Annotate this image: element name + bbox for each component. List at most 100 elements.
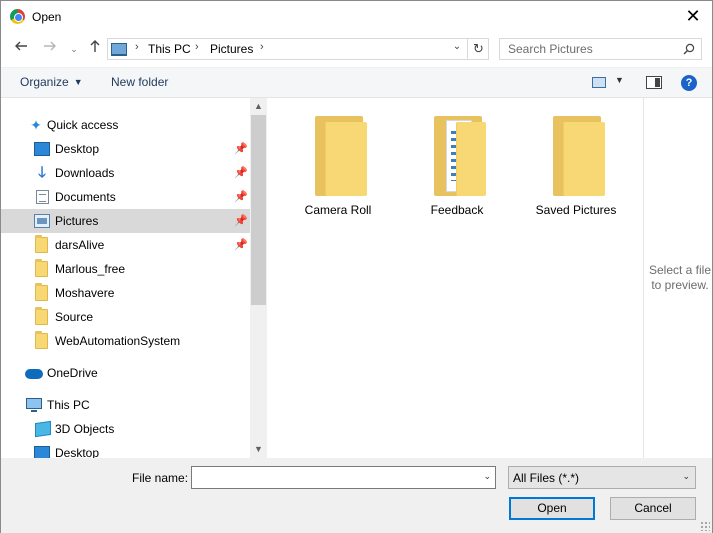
- folder-icon: [35, 259, 48, 277]
- folder-icon: [35, 235, 48, 253]
- nav-item-label: Documents: [55, 190, 116, 204]
- file-name-history-dropdown-icon[interactable]: ⌄: [483, 471, 491, 482]
- scroll-thumb[interactable]: [251, 115, 266, 305]
- folder-icon: [35, 331, 48, 349]
- address-history-dropdown[interactable]: ⌄: [449, 41, 465, 52]
- nav-item-label: WebAutomationSystem: [55, 334, 181, 348]
- nav-item-webautomationsystem[interactable]: WebAutomationSystem: [1, 329, 250, 353]
- folder-label: Saved Pictures: [535, 203, 617, 217]
- nav-item-label: Marlous_free: [55, 262, 126, 276]
- chevron-down-icon: ⌄: [70, 44, 78, 54]
- breadcrumb-separator-icon[interactable]: ›: [195, 41, 199, 53]
- nav-item-documents[interactable]: Documents 📌: [1, 185, 250, 209]
- pin-icon: 📌: [234, 167, 248, 179]
- pictures-icon: [34, 214, 50, 228]
- nav-item-label: Moshavere: [55, 286, 115, 300]
- refresh-icon: ↻: [473, 41, 484, 56]
- search-input[interactable]: Search Pictures: [499, 38, 702, 60]
- search-icon: [683, 43, 695, 55]
- breadcrumb-separator-icon[interactable]: ›: [135, 41, 139, 53]
- folder-front: [456, 122, 486, 196]
- nav-item-source[interactable]: Source: [1, 305, 250, 329]
- file-name-input[interactable]: ⌄: [191, 466, 496, 489]
- download-icon: 🡓: [38, 164, 46, 181]
- nav-item-moshavere[interactable]: Moshavere: [1, 281, 250, 305]
- recent-locations-button[interactable]: ⌄: [65, 39, 83, 59]
- file-list: Camera Roll Feedback Saved Pictures: [268, 98, 643, 458]
- organize-label: Organize: [20, 75, 69, 89]
- nav-item-label: darsAlive: [55, 238, 105, 252]
- nav-item-downloads[interactable]: 🡓 Downloads 📌: [1, 161, 250, 185]
- chrome-icon: [10, 9, 25, 24]
- cube-icon: [35, 420, 51, 438]
- scroll-up-icon[interactable]: ▲: [250, 98, 266, 115]
- file-type-select[interactable]: All Files (*.*) ⌄: [508, 466, 696, 489]
- nav-item-label: Pictures: [55, 214, 99, 228]
- folder-front: [325, 122, 367, 196]
- pin-icon: 📌: [234, 215, 248, 227]
- folder-front: [563, 122, 605, 196]
- preview-pane: Select a file to preview.: [643, 98, 712, 458]
- nav-item-onedrive[interactable]: OneDrive: [1, 361, 250, 385]
- pictures-location-icon: [111, 43, 127, 56]
- file-name-label: File name:: [132, 471, 189, 485]
- cancel-button[interactable]: Cancel: [610, 497, 696, 520]
- folder-icon: [313, 116, 367, 196]
- folder-tile-camera-roll[interactable]: Camera Roll: [288, 98, 388, 223]
- nav-scrollbar[interactable]: ▲ ▼: [250, 98, 266, 458]
- open-file-dialog: Open ✕ ⌄ › This PC › Pictures › ⌄ ↻ Sear…: [0, 0, 713, 533]
- address-bar[interactable]: › This PC › Pictures › ⌄ ↻: [107, 38, 489, 60]
- nav-item-marlous-free[interactable]: Marlous_free: [1, 257, 250, 281]
- cloud-icon: [25, 369, 43, 379]
- close-button[interactable]: ✕: [682, 5, 704, 27]
- nav-item-label: This PC: [47, 398, 90, 412]
- preview-pane-toggle-icon[interactable]: [646, 76, 662, 89]
- pin-icon: 📌: [234, 239, 248, 251]
- view-options-caret-icon[interactable]: ▼: [615, 75, 624, 85]
- folder-label: Feedback: [430, 203, 484, 217]
- folder-icon: [551, 116, 605, 196]
- pin-icon: 📌: [234, 143, 248, 155]
- documents-icon: [36, 190, 49, 204]
- back-button[interactable]: [12, 39, 30, 59]
- caret-down-icon: ▼: [73, 77, 83, 87]
- folder-icon: [35, 307, 48, 325]
- scroll-down-icon[interactable]: ▼: [250, 441, 266, 458]
- refresh-button[interactable]: ↻: [467, 39, 489, 59]
- nav-item-quick-access[interactable]: ✦ Quick access: [1, 113, 250, 137]
- folder-label: Camera Roll: [304, 203, 372, 217]
- open-button[interactable]: Open: [509, 497, 595, 520]
- nav-item-desktop-pc[interactable]: Desktop: [1, 441, 250, 458]
- nav-item-label: 3D Objects: [55, 422, 115, 436]
- nav-item-darsalive[interactable]: darsAlive 📌: [1, 233, 250, 257]
- file-type-value: All Files (*.*): [513, 471, 580, 485]
- up-button[interactable]: [86, 39, 104, 59]
- preview-message: Select a file to preview.: [648, 263, 712, 292]
- nav-item-label: Quick access: [47, 118, 119, 132]
- chevron-down-icon: ⌄: [682, 471, 690, 481]
- folder-tile-saved-pictures[interactable]: Saved Pictures: [526, 98, 626, 223]
- up-arrow-icon: [90, 40, 100, 52]
- star-icon: ✦: [30, 117, 42, 133]
- title-bar: Open ✕: [1, 1, 712, 32]
- nav-item-pictures[interactable]: Pictures 📌: [1, 209, 250, 233]
- new-folder-button[interactable]: New folder: [111, 75, 168, 89]
- nav-item-label: Source: [55, 310, 94, 324]
- breadcrumb-this-pc[interactable]: This PC: [148, 42, 191, 56]
- forward-arrow-icon: [44, 41, 56, 51]
- nav-item-label: Desktop: [55, 142, 100, 156]
- nav-item-label: OneDrive: [47, 366, 98, 380]
- desktop-icon: [34, 446, 50, 458]
- nav-item-desktop[interactable]: Desktop 📌: [1, 137, 250, 161]
- help-icon[interactable]: ?: [681, 75, 697, 91]
- breadcrumb-separator-icon[interactable]: ›: [260, 41, 264, 53]
- organize-menu-button[interactable]: Organize ▼: [20, 75, 83, 89]
- breadcrumb-pictures[interactable]: Pictures: [210, 42, 253, 56]
- dialog-footer: File name: ⌄ All Files (*.*) ⌄ Open Canc…: [1, 458, 712, 533]
- forward-button[interactable]: [41, 39, 59, 59]
- resize-grip-icon[interactable]: [700, 521, 710, 531]
- change-view-icon[interactable]: [592, 77, 606, 88]
- folder-tile-feedback[interactable]: Feedback: [407, 98, 507, 223]
- nav-item-3d-objects[interactable]: 3D Objects: [1, 417, 250, 441]
- nav-item-this-pc[interactable]: This PC: [1, 393, 250, 417]
